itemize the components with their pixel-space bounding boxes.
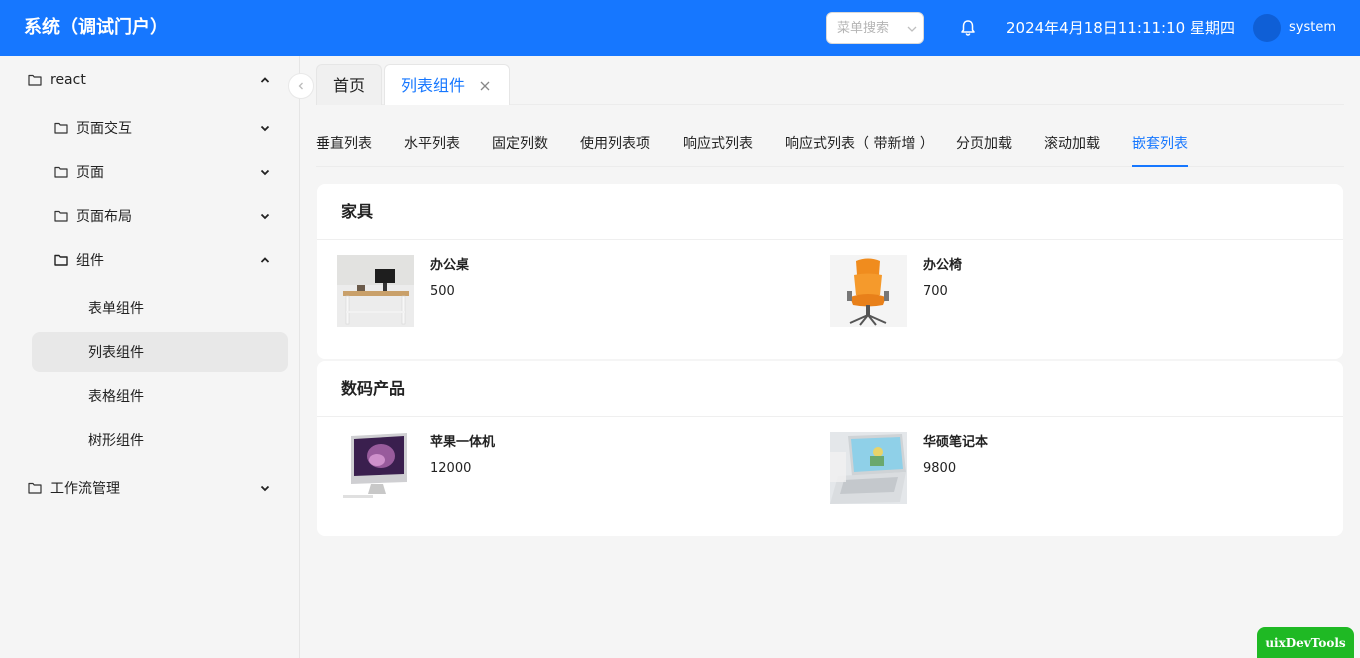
sidebar-item-table-component[interactable]: 表格组件	[32, 376, 288, 416]
user-avatar[interactable]	[1253, 14, 1281, 42]
top-header: 系统（调试门户） 菜单搜索 2024年4月18日11:11:10 星期四 sys…	[0, 0, 1360, 56]
tab-home[interactable]: 首页	[316, 64, 382, 105]
sidebar-item-workflow[interactable]: 工作流管理	[28, 468, 288, 508]
sidebar-item-label: react	[50, 72, 86, 88]
subtab-responsive-list-add[interactable]: 响应式列表（ 带新增 ）	[785, 134, 934, 154]
sidebar-item-list-component[interactable]: 列表组件	[32, 332, 288, 372]
chevron-down-icon	[260, 213, 270, 220]
uix-devtools-button[interactable]: uixDevTools	[1257, 627, 1354, 658]
item-price: 12000	[430, 461, 472, 476]
sidebar-item-label: 表单组件	[88, 301, 144, 317]
chevron-up-icon	[260, 77, 270, 83]
current-datetime: 2024年4月18日11:11:10 星期四	[1006, 19, 1235, 37]
sidebar-item-label: 页面布局	[76, 209, 132, 225]
menu-search-placeholder: 菜单搜索	[837, 21, 890, 36]
sidebar-item-label: 树形组件	[88, 433, 144, 449]
list-item[interactable]: 办公椅 700	[830, 255, 1250, 327]
bell-icon[interactable]	[958, 18, 978, 38]
sidebar-item-form-component[interactable]: 表单组件	[32, 288, 288, 328]
imac-image	[337, 432, 414, 504]
item-price: 9800	[923, 461, 957, 476]
tab-label: 列表组件	[401, 76, 466, 95]
sidebar-item-label: 工作流管理	[50, 481, 120, 497]
sidebar-item-label: 列表组件	[88, 345, 144, 361]
folder-icon	[28, 74, 42, 86]
sidebar-item-label: 组件	[76, 253, 104, 269]
item-name: 办公椅	[923, 258, 963, 273]
desk-image	[337, 255, 414, 327]
sidebar-item-page-layout[interactable]: 页面布局	[54, 196, 288, 236]
page-tabs: 首页 列表组件	[316, 64, 1344, 105]
subtab-vertical-list[interactable]: 垂直列表	[316, 134, 372, 154]
sidebar-collapse-button[interactable]	[288, 73, 314, 99]
chevron-left-icon	[298, 82, 303, 90]
list-type-tabs: 垂直列表 水平列表 固定列数 使用列表项 响应式列表 响应式列表（ 带新增 ） …	[316, 124, 1344, 167]
laptop-image	[830, 432, 907, 504]
group-title: 数码产品	[341, 379, 406, 398]
folder-icon	[28, 482, 42, 494]
item-price: 500	[430, 284, 455, 299]
item-name: 华硕笔记本	[923, 435, 989, 450]
chair-image	[830, 255, 907, 327]
list-item[interactable]: 办公桌 500	[337, 255, 757, 327]
chevron-down-icon	[260, 169, 270, 176]
username-label[interactable]: system	[1289, 19, 1336, 37]
chevron-down-icon	[260, 125, 270, 132]
sidebar-item-page[interactable]: 页面	[54, 152, 288, 192]
group-card-digital: 数码产品 苹果一体机 12000 华硕笔记本 9800	[317, 361, 1343, 536]
subtab-horizontal-list[interactable]: 水平列表	[404, 134, 460, 154]
sidebar-item-label: 表格组件	[88, 389, 144, 405]
menu-search-select[interactable]: 菜单搜索	[826, 12, 924, 44]
list-item[interactable]: 华硕笔记本 9800	[830, 432, 1250, 504]
subtab-paged-loading[interactable]: 分页加载	[956, 134, 1012, 154]
subtab-list-item[interactable]: 使用列表项	[580, 134, 650, 154]
group-card-furniture: 家具 办公桌 500 办公椅 700	[317, 184, 1343, 359]
item-name: 办公桌	[430, 258, 470, 273]
chevron-down-icon	[260, 485, 270, 492]
sidebar-item-page-interaction[interactable]: 页面交互	[54, 108, 288, 148]
subtab-responsive-list[interactable]: 响应式列表	[683, 134, 753, 154]
sidebar-item-label: 页面交互	[76, 121, 132, 137]
subtab-scroll-loading[interactable]: 滚动加载	[1044, 134, 1100, 154]
subtab-nested-list[interactable]: 嵌套列表	[1132, 134, 1188, 154]
tab-list-component[interactable]: 列表组件	[384, 64, 510, 105]
item-price: 700	[923, 284, 948, 299]
folder-icon	[54, 166, 68, 178]
list-item[interactable]: 苹果一体机 12000	[337, 432, 757, 504]
sidebar-item-tree-component[interactable]: 树形组件	[32, 420, 288, 460]
folder-icon	[54, 210, 68, 222]
chevron-down-icon	[907, 26, 917, 32]
sidebar-item-label: 页面	[76, 165, 104, 181]
app-title: 系统（调试门户）	[24, 17, 168, 38]
active-tab-indicator	[1132, 165, 1188, 167]
close-icon[interactable]	[480, 81, 490, 91]
sidebar-item-react[interactable]: react	[28, 60, 288, 100]
sidebar-item-components[interactable]: 组件	[54, 240, 288, 280]
chevron-up-icon	[260, 257, 270, 263]
subtab-fixed-columns[interactable]: 固定列数	[492, 134, 548, 154]
divider	[317, 239, 1343, 240]
folder-icon	[54, 122, 68, 134]
folder-icon	[54, 254, 68, 266]
item-name: 苹果一体机	[430, 435, 496, 450]
group-title: 家具	[341, 202, 374, 221]
divider	[317, 416, 1343, 417]
